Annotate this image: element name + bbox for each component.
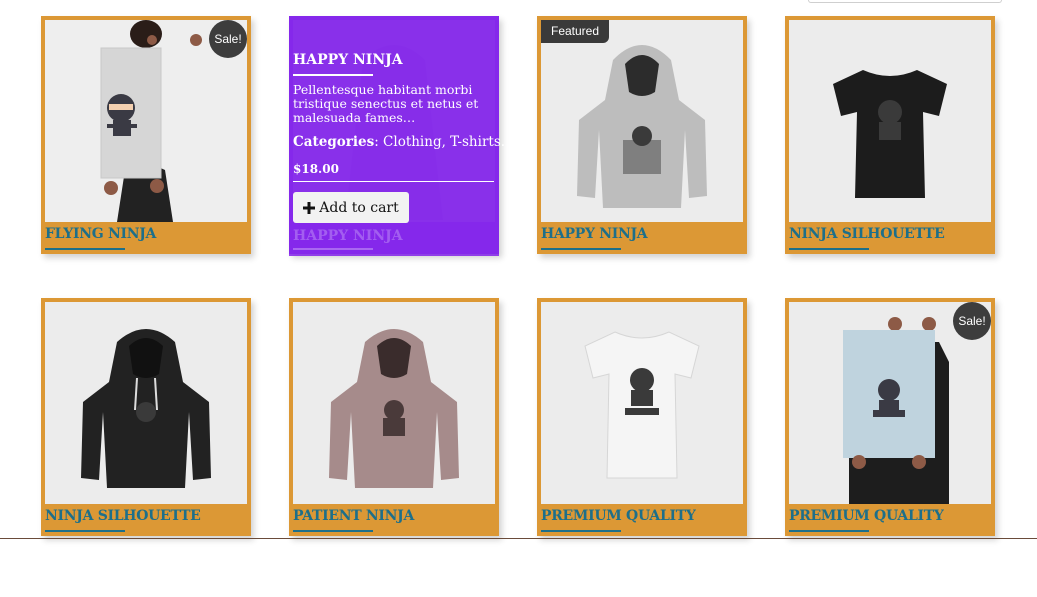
categories-label: Categories	[293, 134, 375, 150]
product-card-ninja-silhouette[interactable]: NINJA SILHOUETTE	[785, 16, 995, 254]
plus-icon	[303, 201, 316, 214]
product-title-link[interactable]: HAPPY NINJA	[541, 226, 648, 242]
product-image[interactable]	[45, 302, 247, 504]
title-underline	[45, 248, 125, 250]
product-title-link[interactable]: HAPPY NINJA	[293, 228, 403, 244]
title-underline	[541, 530, 621, 532]
product-card-patient-ninja[interactable]: PATIENT NINJA	[289, 298, 499, 536]
product-card-happy-ninja-hover[interactable]: HAPPY NINJA Pellentesque habitant morbi …	[289, 16, 505, 256]
overlay-description: Pellentesque habitant morbi tristique se…	[293, 82, 479, 125]
product-image[interactable]	[789, 20, 991, 222]
featured-badge: Featured	[541, 20, 610, 43]
product-title-link[interactable]: NINJA SILHOUETTE	[789, 226, 945, 242]
product-card-premium-quality[interactable]: PREMIUM QUALITY	[537, 298, 747, 536]
overlay-price: $18.00	[293, 162, 339, 176]
title-underline	[293, 248, 373, 250]
title-underline	[541, 248, 621, 250]
add-to-cart-button[interactable]: Add to cart	[293, 192, 409, 223]
product-image[interactable]	[293, 302, 495, 504]
sale-badge: Sale!	[953, 302, 991, 340]
product-card-happy-ninja[interactable]: Featured HAPPY NINJA	[537, 16, 747, 254]
categories-value[interactable]: : Clothing, T-shirts.	[374, 134, 505, 150]
sale-badge: Sale!	[209, 20, 247, 58]
product-card-ninja-silhouette[interactable]: NINJA SILHOUETTE	[41, 298, 251, 536]
overlay-title[interactable]: HAPPY NINJA	[293, 52, 403, 68]
overlay-divider	[293, 181, 494, 182]
title-underline	[293, 530, 373, 532]
product-title-link[interactable]: NINJA SILHOUETTE	[45, 508, 201, 524]
section-divider	[0, 538, 1037, 539]
overlay-title-underline	[293, 74, 373, 76]
product-title-link[interactable]: FLYING NINJA	[45, 226, 156, 242]
product-title-link[interactable]: PREMIUM QUALITY	[541, 508, 696, 524]
add-to-cart-label: Add to cart	[319, 199, 399, 216]
product-title-link[interactable]: PREMIUM QUALITY	[789, 508, 944, 524]
quick-view-overlay: HAPPY NINJA Pellentesque habitant morbi …	[289, 16, 505, 256]
product-image[interactable]	[541, 20, 743, 222]
title-underline	[45, 530, 125, 532]
product-image[interactable]	[541, 302, 743, 504]
product-card-flying-ninja[interactable]: Sale! FLYING NINJA	[41, 16, 251, 254]
product-title-link[interactable]: PATIENT NINJA	[293, 508, 414, 524]
title-underline	[789, 530, 869, 532]
search-box-edge[interactable]	[808, 0, 1002, 3]
overlay-categories: Categories: Clothing, T-shirts.	[293, 134, 505, 150]
product-card-premium-quality-poster[interactable]: Sale! PREMIUM QUALITY	[785, 298, 995, 536]
title-underline	[789, 248, 869, 250]
